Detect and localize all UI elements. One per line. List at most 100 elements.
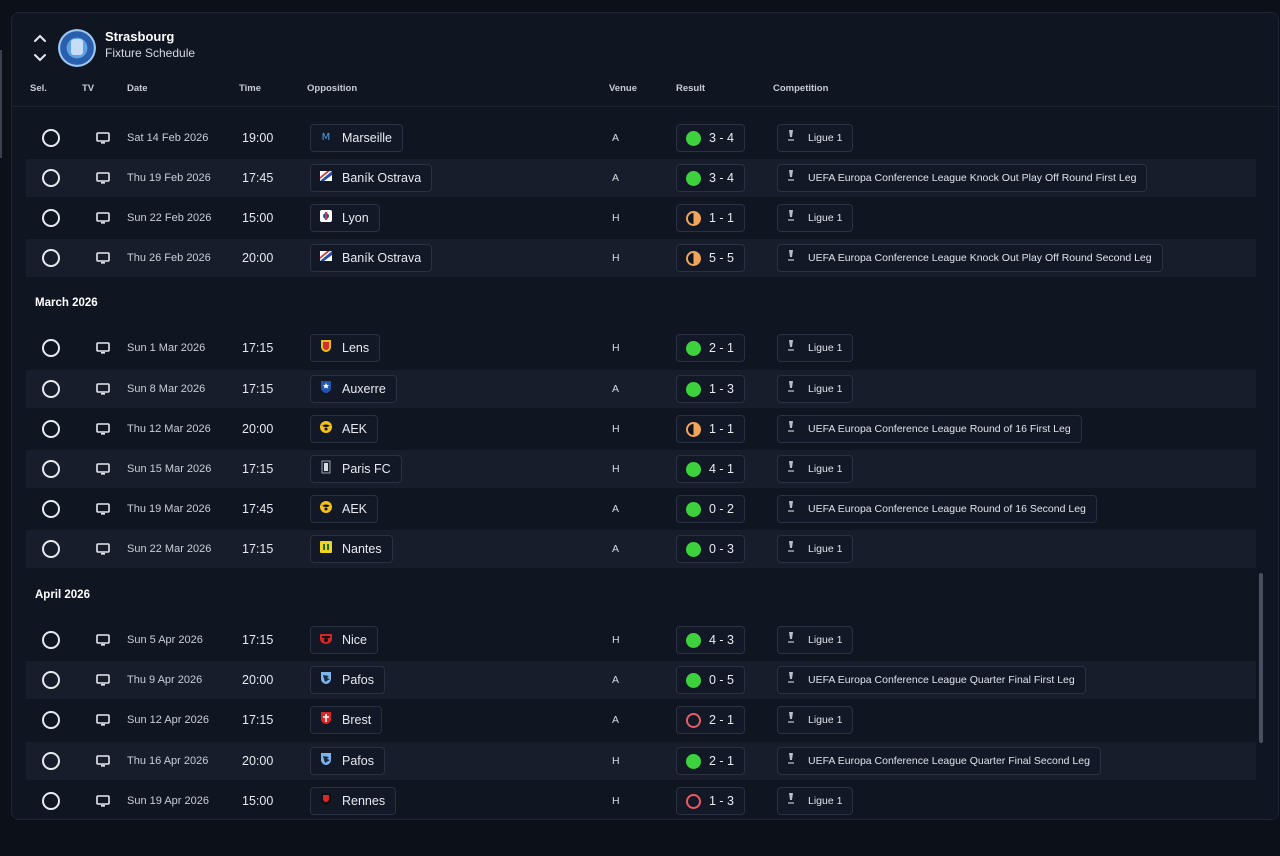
- fixture-venue: H: [612, 342, 620, 354]
- result-chip[interactable]: 1 - 1: [676, 415, 746, 443]
- competition-chip[interactable]: Ligue 1: [777, 124, 854, 152]
- select-radio[interactable]: [42, 249, 60, 267]
- opposition-chip[interactable]: Nice: [310, 626, 379, 654]
- fixture-row[interactable]: Thu 16 Apr 2026 20:00 Pafos H 2 - 1 UEFA Euro…: [26, 742, 1256, 780]
- side-panel-edge: [0, 50, 2, 158]
- result-chip[interactable]: 0 - 5: [676, 666, 746, 694]
- competition-chip[interactable]: Ligue 1: [777, 626, 854, 654]
- result-chip[interactable]: 5 - 5: [676, 244, 746, 272]
- competition-chip[interactable]: Ligue 1: [777, 204, 854, 232]
- opposition-chip[interactable]: Baník Ostrava: [310, 244, 433, 272]
- fixture-row[interactable]: Thu 12 Mar 2026 20:00 AEK H 1 - 1 UEFA Europa…: [26, 410, 1256, 448]
- result-chip[interactable]: 3 - 4: [676, 124, 746, 152]
- fixture-venue: H: [612, 755, 620, 767]
- fixture-row[interactable]: Thu 9 Apr 2026 20:00 Pafos A 0 - 5 UEFA Europ…: [26, 661, 1256, 699]
- team-name[interactable]: Strasbourg: [105, 29, 174, 44]
- fixture-row[interactable]: Sun 12 Apr 2026 17:15 Brest A 2 - 1 Ligue 1: [26, 701, 1256, 739]
- fixture-date: Sun 15 Mar 2026: [127, 463, 212, 475]
- fixture-row[interactable]: Sun 8 Mar 2026 17:15 Auxerre A 1 - 3 Ligue 1: [26, 370, 1256, 408]
- fixture-row[interactable]: Sun 19 Apr 2026 15:00 Rennes H 1 - 3 Ligue 1: [26, 782, 1256, 819]
- competition-chip[interactable]: Ligue 1: [777, 535, 854, 563]
- opposition-chip[interactable]: Lyon: [310, 204, 380, 232]
- tv-icon: [96, 714, 110, 726]
- fixture-row[interactable]: Sun 22 Feb 2026 15:00 Lyon H 1 - 1 Ligue 1: [26, 199, 1256, 237]
- result-win-icon: [686, 340, 701, 356]
- column-header-result[interactable]: Result: [676, 83, 705, 94]
- opposition-chip[interactable]: Brest: [310, 706, 383, 734]
- chevron-up-icon[interactable]: [32, 31, 48, 45]
- competition-name: UEFA Europa Conference League Round of 1…: [808, 503, 1086, 515]
- result-chip[interactable]: 1 - 3: [676, 787, 746, 815]
- select-radio[interactable]: [42, 671, 60, 689]
- opposition-chip[interactable]: Nantes: [310, 535, 393, 563]
- result-chip[interactable]: 1 - 1: [676, 204, 746, 232]
- fixture-row[interactable]: Sat 14 Feb 2026 19:00 M Marseille A 3 - 4 Ligu…: [26, 119, 1256, 157]
- opposition-chip[interactable]: AEK: [310, 415, 379, 443]
- result-chip[interactable]: 4 - 1: [676, 455, 746, 483]
- column-header-venue[interactable]: Venue: [609, 83, 637, 94]
- competition-chip[interactable]: UEFA Europa Conference League Round of 1…: [777, 415, 1082, 443]
- fixture-row[interactable]: Sun 22 Mar 2026 17:15 Nantes A 0 - 3 Ligue 1: [26, 530, 1256, 568]
- club-badge-icon: [319, 752, 333, 771]
- select-radio[interactable]: [42, 792, 60, 810]
- result-chip[interactable]: 0 - 2: [676, 495, 746, 523]
- club-badge-icon: M: [319, 129, 333, 148]
- competition-chip[interactable]: Ligue 1: [777, 706, 854, 734]
- select-radio[interactable]: [42, 339, 60, 357]
- opposition-chip[interactable]: Baník Ostrava: [310, 164, 433, 192]
- competition-chip[interactable]: UEFA Europa Conference League Quarter Fi…: [777, 747, 1101, 775]
- fixture-row[interactable]: Sun 5 Apr 2026 17:15 Nice H 4 - 3 Ligue 1: [26, 621, 1256, 659]
- fixture-row[interactable]: Thu 19 Mar 2026 17:45 AEK A 0 - 2 UEFA Europa…: [26, 490, 1256, 528]
- column-header-sel[interactable]: Sel.: [30, 83, 47, 94]
- opposition-chip[interactable]: M Marseille: [310, 124, 404, 152]
- opposition-chip[interactable]: Pafos: [310, 747, 385, 775]
- competition-chip[interactable]: UEFA Europa Conference League Round of 1…: [777, 495, 1097, 523]
- column-header-time[interactable]: Time: [239, 83, 261, 94]
- select-radio[interactable]: [42, 460, 60, 478]
- select-radio[interactable]: [42, 500, 60, 518]
- column-header-competition[interactable]: Competition: [773, 83, 828, 94]
- result-score: 4 - 1: [709, 462, 735, 476]
- opposition-name: Marseille: [342, 131, 393, 145]
- select-radio[interactable]: [42, 380, 60, 398]
- opposition-chip[interactable]: Paris FC: [310, 455, 402, 483]
- opposition-chip[interactable]: Lens: [310, 334, 381, 362]
- result-chip[interactable]: 2 - 1: [676, 747, 746, 775]
- club-crest-icon[interactable]: [58, 29, 96, 67]
- result-chip[interactable]: 1 - 3: [676, 375, 746, 403]
- result-chip[interactable]: 3 - 4: [676, 164, 746, 192]
- column-header-date[interactable]: Date: [127, 83, 148, 94]
- opposition-chip[interactable]: Auxerre: [310, 375, 397, 403]
- select-radio[interactable]: [42, 209, 60, 227]
- fixture-row[interactable]: Thu 26 Feb 2026 20:00 Baník Ostrava H 5 - 5 U…: [26, 239, 1256, 277]
- opposition-chip[interactable]: Rennes: [310, 787, 397, 815]
- competition-chip[interactable]: Ligue 1: [777, 787, 854, 815]
- competition-chip[interactable]: Ligue 1: [777, 455, 854, 483]
- select-radio[interactable]: [42, 752, 60, 770]
- column-header-opposition[interactable]: Opposition: [307, 83, 357, 94]
- competition-chip[interactable]: Ligue 1: [777, 375, 854, 403]
- select-radio[interactable]: [42, 631, 60, 649]
- select-radio[interactable]: [42, 169, 60, 187]
- result-chip[interactable]: 2 - 1: [676, 334, 746, 362]
- result-chip[interactable]: 0 - 3: [676, 535, 746, 563]
- competition-chip[interactable]: UEFA Europa Conference League Knock Out …: [777, 244, 1163, 272]
- competition-chip[interactable]: Ligue 1: [777, 334, 854, 362]
- fixture-row[interactable]: Sun 15 Mar 2026 17:15 Paris FC H 4 - 1 Ligue …: [26, 450, 1256, 488]
- chevron-down-icon[interactable]: [32, 51, 48, 65]
- fixture-row[interactable]: Sun 1 Mar 2026 17:15 Lens H 2 - 1 Ligue 1: [26, 329, 1256, 367]
- result-chip[interactable]: 2 - 1: [676, 706, 746, 734]
- competition-chip[interactable]: UEFA Europa Conference League Knock Out …: [777, 164, 1148, 192]
- result-chip[interactable]: 4 - 3: [676, 626, 746, 654]
- select-radio[interactable]: [42, 420, 60, 438]
- select-radio[interactable]: [42, 129, 60, 147]
- trophy-icon: [786, 500, 796, 519]
- opposition-chip[interactable]: AEK: [310, 495, 379, 523]
- column-header-tv[interactable]: TV: [82, 83, 94, 94]
- select-radio[interactable]: [42, 540, 60, 558]
- opposition-chip[interactable]: Pafos: [310, 666, 385, 694]
- competition-chip[interactable]: UEFA Europa Conference League Quarter Fi…: [777, 666, 1086, 694]
- select-radio[interactable]: [42, 711, 60, 729]
- vertical-scrollbar[interactable]: [1259, 573, 1263, 743]
- fixture-row[interactable]: Thu 19 Feb 2026 17:45 Baník Ostrava A 3 - 4 U…: [26, 159, 1256, 197]
